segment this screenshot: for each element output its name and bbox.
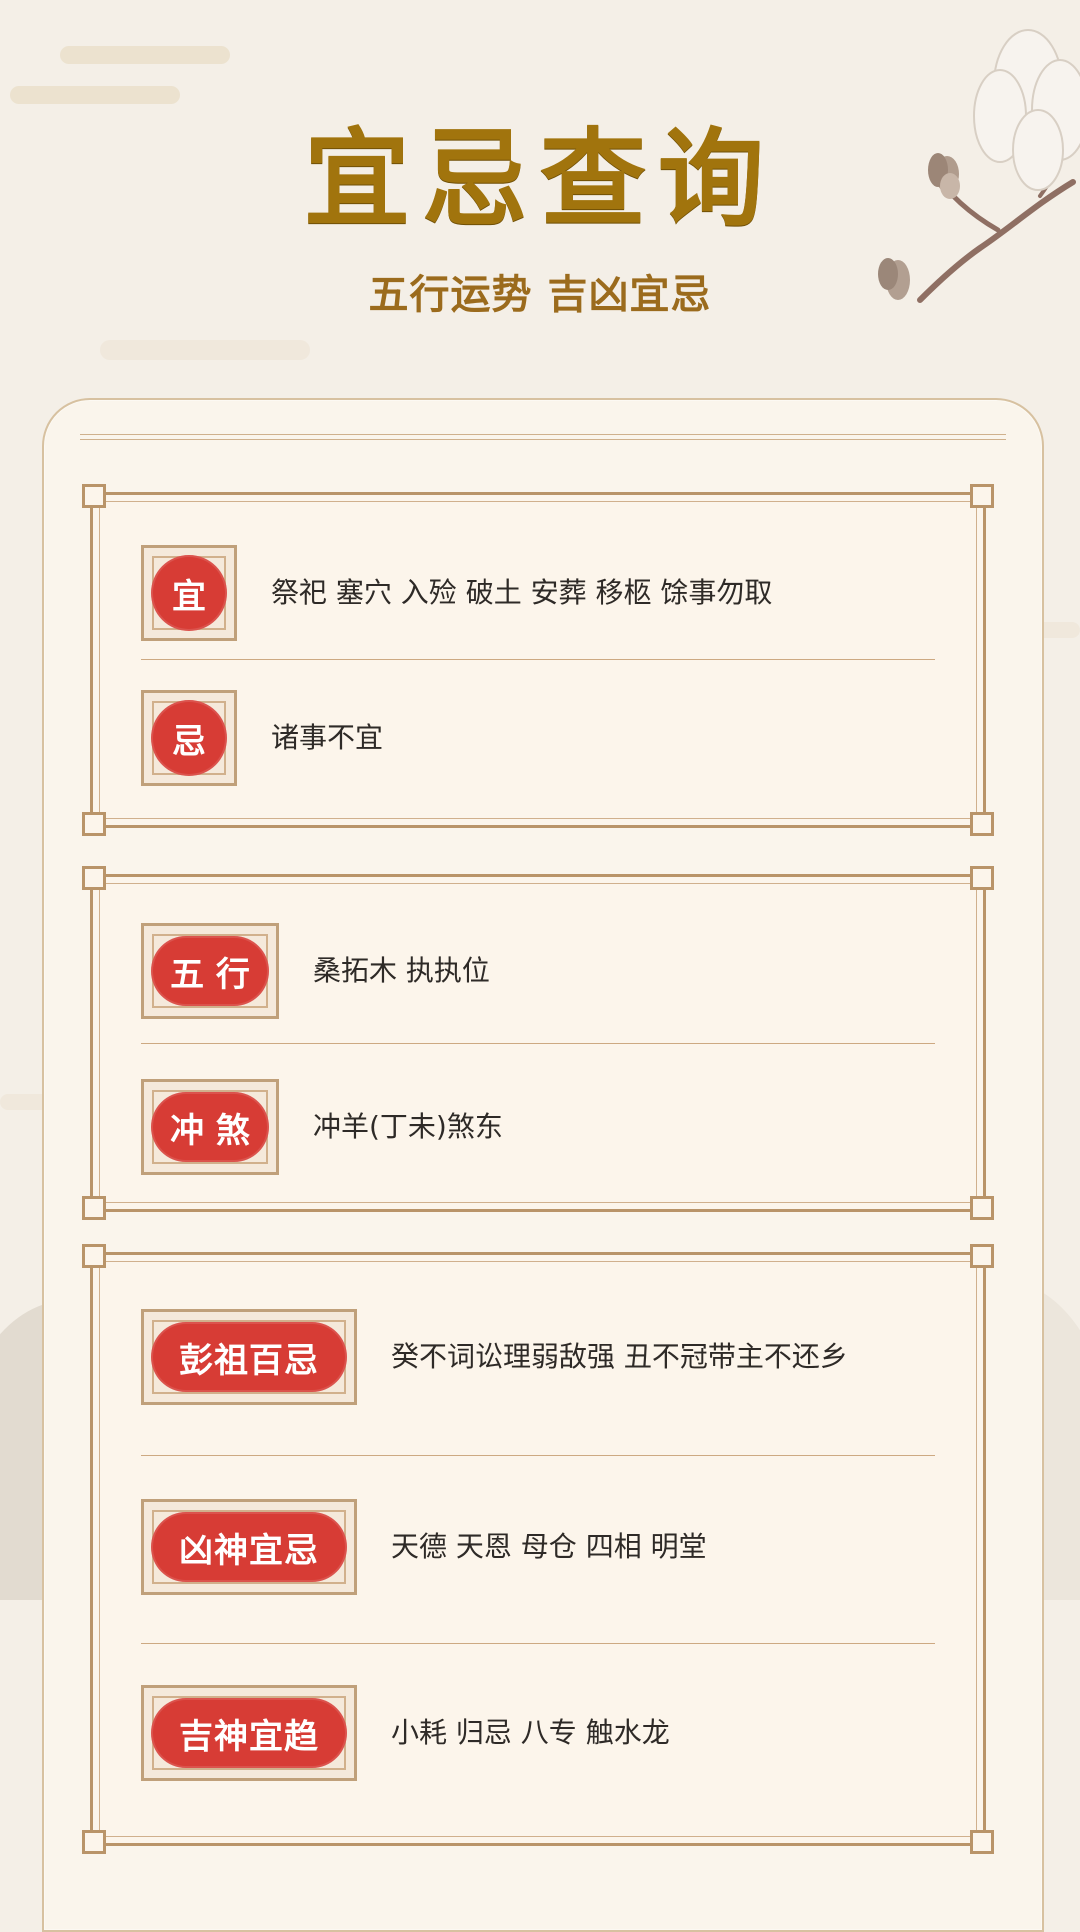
jishen-row: 吉神宜趋 小耗 归忌 八专 触水龙 — [141, 1685, 935, 1781]
top-left-cloud-3 — [100, 340, 310, 360]
yi-seal: 宜 — [151, 555, 227, 631]
corner-decoration-br — [970, 812, 994, 836]
top-left-cloud-1 — [60, 46, 230, 64]
chongsha-content: 冲羊(丁未)煞东 — [313, 1109, 503, 1143]
bottom-cloud-pattern — [42, 1770, 1040, 1920]
corner-decoration-bl — [82, 1196, 106, 1220]
yi-content: 祭祀 塞穴 入殓 破土 安葬 移柩 馀事勿取 — [271, 575, 773, 609]
chongsha-badge: 冲 煞 — [141, 1079, 279, 1175]
xiongshen-content: 天德 天恩 母仓 四相 明堂 — [391, 1529, 707, 1563]
corner-decoration-br — [970, 1196, 994, 1220]
jishen-badge: 吉神宜趋 — [141, 1685, 357, 1781]
yi-row: 宜 祭祀 塞穴 入殓 破土 安葬 移柩 馀事勿取 — [141, 545, 935, 641]
xiongshen-divider — [141, 1643, 935, 1644]
ji-seal: 忌 — [151, 700, 227, 776]
wuxing-row: 五 行 桑拓木 执执位 — [141, 923, 935, 1019]
section-3-card: 彭祖百忌 癸不词讼理弱敌强 丑不冠带主不还乡 凶神宜忌 天德 天恩 母仓 四相 … — [82, 1244, 994, 1854]
pengzu-badge: 彭祖百忌 — [141, 1309, 357, 1405]
wuxing-divider — [141, 1043, 935, 1044]
ji-content: 诸事不宜 — [271, 720, 384, 754]
xiongshen-row: 凶神宜忌 天德 天恩 母仓 四相 明堂 — [141, 1499, 935, 1595]
pengzu-content: 癸不词讼理弱敌强 丑不冠带主不还乡 — [391, 1339, 848, 1373]
jishen-content: 小耗 归忌 八专 触水龙 — [391, 1715, 670, 1749]
wuxing-content: 桑拓木 执执位 — [313, 953, 490, 987]
xiongshen-seal: 凶神宜忌 — [151, 1512, 347, 1582]
pengzu-row: 彭祖百忌 癸不词讼理弱敌强 丑不冠带主不还乡 — [141, 1309, 935, 1405]
chongsha-seal: 冲 煞 — [151, 1092, 269, 1162]
yi-badge: 宜 — [141, 545, 237, 641]
section-1-card: 宜 祭祀 塞穴 入殓 破土 安葬 移柩 馀事勿取 忌 诸事不宜 — [82, 484, 994, 836]
pengzu-divider — [141, 1455, 935, 1456]
corner-decoration-bl — [82, 812, 106, 836]
pengzu-seal: 彭祖百忌 — [151, 1322, 347, 1392]
yi-divider — [141, 659, 935, 660]
ji-badge: 忌 — [141, 690, 237, 786]
chongsha-row: 冲 煞 冲羊(丁未)煞东 — [141, 1079, 935, 1175]
page-title: 宜忌查询 — [304, 116, 776, 241]
page-subtitle: 五行运势 吉凶宜忌 — [368, 272, 712, 318]
wuxing-badge: 五 行 — [141, 923, 279, 1019]
top-left-cloud-2 — [10, 86, 180, 104]
section-2-card: 五 行 桑拓木 执执位 冲 煞 冲羊(丁未)煞东 — [82, 866, 994, 1220]
xiongshen-badge: 凶神宜忌 — [141, 1499, 357, 1595]
ji-row: 忌 诸事不宜 — [141, 690, 935, 786]
wuxing-seal: 五 行 — [151, 936, 269, 1006]
jishen-seal: 吉神宜趋 — [151, 1698, 347, 1768]
